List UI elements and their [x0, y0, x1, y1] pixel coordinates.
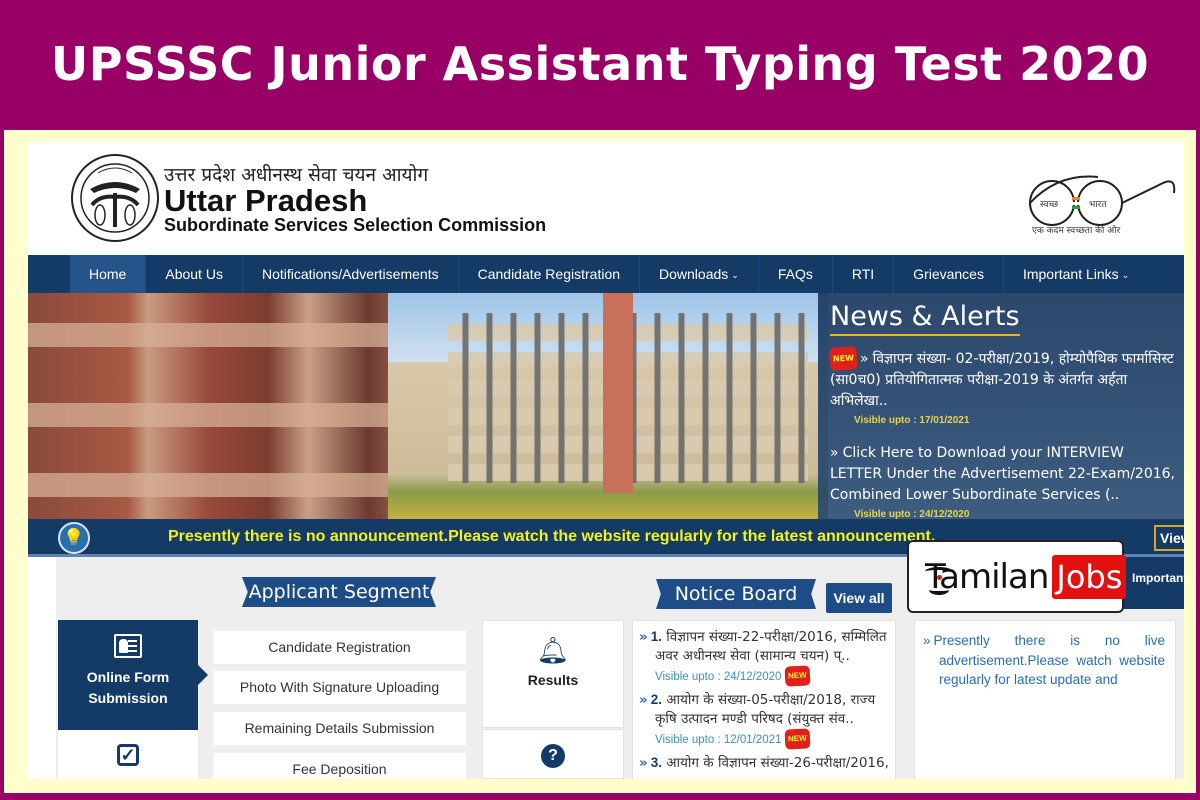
watermark-text-right: Jobs: [1052, 554, 1127, 599]
commission-subtitle: Subordinate Services Selection Commissio…: [164, 215, 547, 235]
bell-icon: 🔔︎: [536, 635, 570, 665]
swachh-left-text: स्वच्छ: [1040, 199, 1059, 209]
online-form-label: Online Form Submission: [86, 669, 170, 706]
nav-home[interactable]: Home: [70, 255, 147, 293]
checkbox-tile[interactable]: ✓: [58, 730, 198, 779]
news-date: Visible upto : 24/12/2020: [854, 509, 970, 519]
main-nav: Home About Us Notifications/Advertisemen…: [28, 255, 1184, 293]
swachh-right-text: भारत: [1089, 199, 1107, 209]
nav-grievances[interactable]: Grievances: [894, 255, 1004, 293]
remaining-details-button[interactable]: Remaining Details Submission: [213, 712, 466, 745]
swachh-caption: एक कदम स्वच्छता की ओर: [1032, 226, 1121, 236]
hero-banner: News & Alerts NEW» विज्ञापन संख्या- 02-पर…: [28, 293, 1184, 519]
building-photo-left: [28, 293, 428, 519]
news-item[interactable]: NEW» विज्ञापन संख्या- 02-परीक्षा/2019, हो…: [829, 346, 1180, 430]
commission-english-name: Uttar Pradesh: [164, 183, 368, 218]
notice-date: Visible upto : 12/01/2021: [655, 734, 782, 746]
results-tile[interactable]: 🔔︎ Results: [482, 620, 624, 728]
news-alerts-title: News & Alerts: [830, 301, 1020, 336]
announcement-text: Presently there is no announcement.Pleas…: [168, 528, 936, 545]
new-badge: NEW: [784, 728, 810, 750]
checkbox-checked-icon: ✓: [117, 744, 139, 766]
double-chevron-icon: »: [923, 633, 931, 648]
website-screenshot: उत्तर प्रदेश अधीनस्थ सेवा चयन आयोग Uttar…: [28, 141, 1184, 779]
nav-notifications[interactable]: Notifications/Advertisements: [243, 255, 459, 293]
lightbulb-icon: 💡: [58, 522, 90, 554]
candidate-registration-button[interactable]: Candidate Registration: [213, 631, 466, 664]
photo-signature-upload-button[interactable]: Photo With Signature Uploading: [213, 671, 466, 704]
live-advertisement-text: » Presently there is no live advertisemen…: [923, 633, 1165, 687]
news-date: Visible upto : 17/01/2021: [854, 415, 970, 426]
page-banner-title: UPSSSC Junior Assistant Typing Test 2020: [50, 37, 1150, 91]
notice-item[interactable]: » 2. आयोग के संख्या-05-परीक्षा/2018, राज्…: [637, 690, 889, 750]
notice-board-list: » 1. विज्ञापन संख्या-22-परीक्षा/2016, सम्…: [632, 620, 896, 779]
up-emblem-icon: [71, 154, 159, 242]
nav-important-links[interactable]: Important Links ⌄: [1004, 255, 1148, 293]
fee-deposition-button[interactable]: Fee Deposition: [213, 753, 466, 779]
new-badge: NEW: [829, 346, 858, 371]
notice-board-heading: Notice Board: [656, 579, 816, 609]
question-icon: ?: [541, 744, 565, 768]
tamilan-jobs-watermark: Tamilan Jobs: [907, 540, 1127, 613]
applicant-segment-heading: Applicant Segment: [242, 577, 436, 607]
double-chevron-icon: »: [830, 445, 839, 461]
double-chevron-icon: »: [639, 692, 648, 708]
double-chevron-icon: »: [639, 629, 648, 645]
site-header: उत्तर प्रदेश अधीनस्थ सेवा चयन आयोग Uttar…: [28, 141, 1184, 255]
nav-downloads[interactable]: Downloads ⌄: [640, 255, 759, 293]
nav-candidate-registration[interactable]: Candidate Registration: [459, 255, 641, 293]
notice-date: Visible upto : 24/12/2020: [655, 671, 782, 683]
double-chevron-icon: »: [859, 351, 869, 367]
view-announcement-button[interactable]: View: [1154, 525, 1184, 551]
view-all-button[interactable]: View all: [826, 583, 892, 613]
nav-about-us[interactable]: About Us: [146, 255, 243, 293]
news-alerts-panel: News & Alerts NEW» विज्ञापन संख्या- 02-पर…: [818, 293, 1184, 519]
id-card-icon: [114, 634, 142, 658]
notice-item[interactable]: » 1. विज्ञापन संख्या-22-परीक्षा/2016, सम्…: [637, 627, 889, 687]
chevron-down-icon: ⌄: [731, 270, 739, 280]
online-form-submission-tile[interactable]: Online Form Submission: [58, 620, 208, 730]
help-tile[interactable]: ?: [482, 729, 624, 779]
nav-rti[interactable]: RTI: [833, 255, 895, 293]
live-advertisement-card: » Presently there is no live advertisemen…: [914, 620, 1176, 779]
news-item[interactable]: » Click Here to Download your INTERVIEW L…: [830, 443, 1180, 519]
notice-item[interactable]: » 3. आयोग के विज्ञापन संख्या-26-परीक्षा/2…: [637, 753, 889, 773]
chevron-down-icon: ⌄: [1121, 270, 1130, 280]
new-badge: NEW: [784, 665, 810, 687]
nav-faqs[interactable]: FAQs: [759, 255, 833, 293]
results-label: Results: [527, 672, 579, 688]
double-chevron-icon: »: [639, 755, 648, 771]
